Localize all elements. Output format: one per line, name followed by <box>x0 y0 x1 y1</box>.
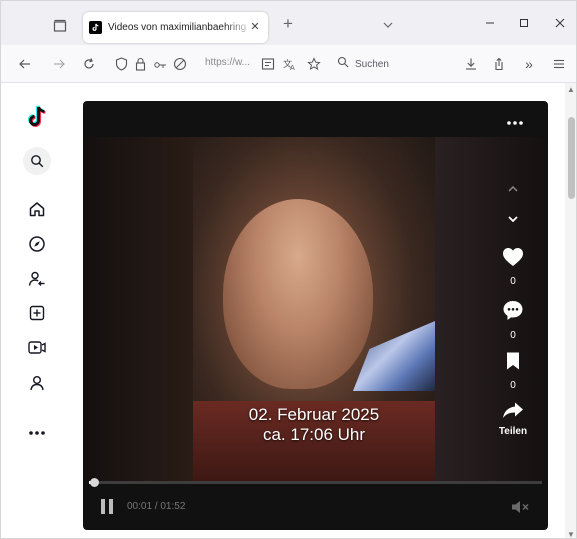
tab-title: Videos von maximilianbaehring <box>108 22 247 33</box>
sidebar-search-icon[interactable] <box>23 147 51 175</box>
tab-active[interactable]: Videos von maximilianbaehring ✕ <box>83 12 268 43</box>
tab-list-icon[interactable] <box>49 16 71 36</box>
caption-date: 02. Februar 2025 <box>248 405 380 424</box>
shield-icon[interactable] <box>115 57 128 76</box>
scroll-down-icon[interactable]: ▼ <box>567 530 576 538</box>
progress-knob[interactable] <box>89 478 99 487</box>
share-arrow-icon <box>502 401 524 424</box>
caption-time: ca. 17:06 Uhr <box>262 425 366 444</box>
upload-icon[interactable] <box>25 301 49 325</box>
search-field[interactable]: Suchen <box>337 52 449 76</box>
profile-icon[interactable] <box>25 371 49 395</box>
reader-view-icon[interactable] <box>261 57 275 76</box>
permissions-icon[interactable] <box>153 58 167 76</box>
navigation-toolbar: https://w... 文A Suchen » <box>1 45 576 83</box>
browser-window: Videos von maximilianbaehring ✕ + https:… <box>0 0 577 539</box>
overflow-menu-icon[interactable]: » <box>519 54 539 74</box>
tab-strip: Videos von maximilianbaehring ✕ + <box>1 1 576 45</box>
tiktok-logo-icon[interactable] <box>25 105 49 129</box>
video-progress-bar[interactable] <box>89 478 542 487</box>
search-placeholder: Suchen <box>355 58 389 70</box>
next-video-icon[interactable] <box>501 209 525 229</box>
home-icon[interactable] <box>25 197 49 221</box>
comment-button[interactable]: 0 <box>493 299 533 341</box>
minimize-icon[interactable] <box>477 13 503 33</box>
scroll-up-icon[interactable]: ▲ <box>567 85 576 94</box>
tracking-blocked-icon[interactable] <box>173 57 187 76</box>
heart-icon <box>502 247 524 272</box>
save-button[interactable]: 0 <box>493 351 533 391</box>
video-blur-left <box>83 137 193 481</box>
sidebar <box>1 83 76 538</box>
live-icon[interactable] <box>25 336 49 360</box>
like-button[interactable]: 0 <box>493 247 533 287</box>
download-icon[interactable] <box>461 54 481 74</box>
new-tab-button[interactable]: + <box>279 15 297 33</box>
translate-icon[interactable]: 文A <box>283 57 297 76</box>
pause-icon[interactable] <box>101 499 117 515</box>
playback-time: 00:01 / 01:52 <box>127 501 186 512</box>
bookmark-star-icon[interactable] <box>307 57 321 76</box>
lock-icon[interactable] <box>135 57 146 76</box>
hamburger-menu-icon[interactable] <box>549 54 569 74</box>
forward-arrow-icon[interactable] <box>49 54 69 74</box>
page-scrollbar[interactable]: ▲ ▼ <box>565 83 576 538</box>
reload-icon[interactable] <box>79 54 99 74</box>
save-count: 0 <box>510 380 516 391</box>
comment-count: 0 <box>510 330 516 341</box>
scrollbar-thumb[interactable] <box>568 117 575 199</box>
muted-speaker-icon[interactable] <box>510 499 530 515</box>
comment-icon <box>502 299 524 326</box>
url-bar[interactable]: https://w... 文A <box>111 52 331 76</box>
back-arrow-icon[interactable] <box>15 54 35 74</box>
explore-icon[interactable] <box>25 232 49 256</box>
chevron-down-icon[interactable] <box>381 17 397 31</box>
like-count: 0 <box>510 276 516 287</box>
maximize-icon[interactable] <box>511 13 537 33</box>
video-caption: 02. Februar 2025 ca. 17:06 Uhr <box>193 405 435 445</box>
share-icon[interactable] <box>489 54 509 74</box>
video-person-face <box>223 199 373 389</box>
previous-video-icon[interactable] <box>501 179 525 199</box>
search-icon <box>337 55 349 73</box>
url-text[interactable]: https://w... <box>205 57 251 68</box>
page-content: 02. Februar 2025 ca. 17:06 Uhr 0 0 0 Tei… <box>1 83 576 538</box>
tiktok-favicon-icon <box>89 21 102 34</box>
bookmark-icon <box>505 351 521 376</box>
svg-text:A: A <box>290 64 295 71</box>
video-player[interactable]: 02. Februar 2025 ca. 17:06 Uhr 0 0 0 Tei… <box>83 101 548 530</box>
more-icon[interactable] <box>25 421 49 445</box>
tab-close-icon[interactable]: ✕ <box>248 20 262 34</box>
more-options-icon[interactable] <box>504 117 526 131</box>
following-icon[interactable] <box>25 267 49 291</box>
close-window-icon[interactable] <box>547 13 573 33</box>
share-label: Teilen <box>498 426 528 437</box>
share-button[interactable]: Teilen <box>493 401 533 437</box>
